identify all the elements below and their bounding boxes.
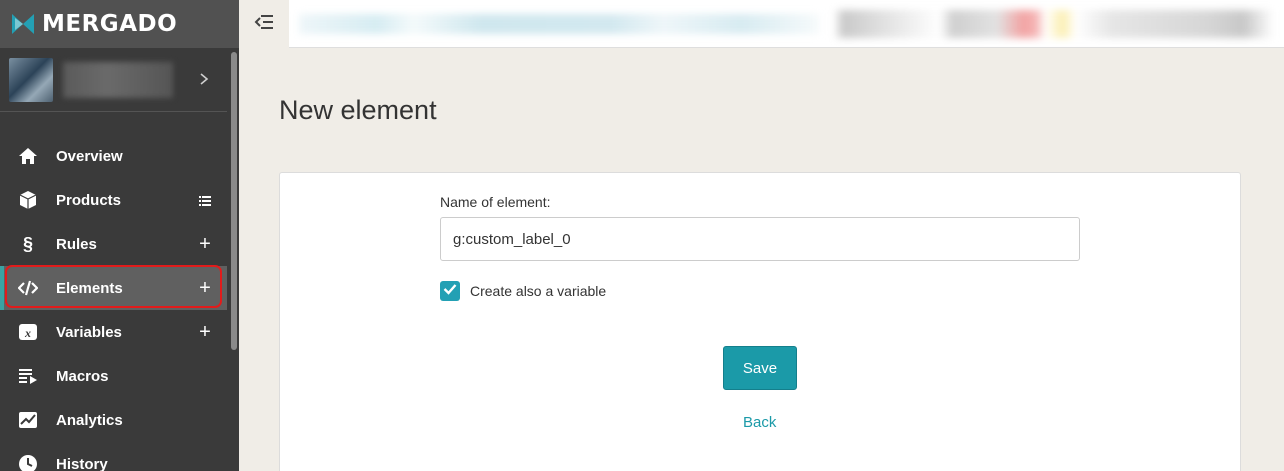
breadcrumb[interactable] bbox=[299, 14, 819, 34]
page-title: New element bbox=[279, 95, 437, 125]
section-icon: § bbox=[0, 234, 56, 254]
home-icon bbox=[0, 146, 56, 166]
sidebar-item-label: History bbox=[56, 455, 108, 471]
sidebar-item-history[interactable]: History bbox=[0, 442, 227, 471]
sidebar-item-label: Variables bbox=[56, 323, 122, 341]
sidebar-scrollbar[interactable] bbox=[231, 52, 237, 350]
sidebar-item-products[interactable]: Products bbox=[0, 178, 227, 222]
back-link[interactable]: Back bbox=[743, 414, 776, 431]
create-variable-checkbox[interactable] bbox=[440, 281, 460, 301]
account-name bbox=[63, 61, 173, 98]
list-icon[interactable] bbox=[183, 189, 227, 212]
clock-icon bbox=[0, 454, 56, 471]
top-bar bbox=[239, 0, 1284, 48]
sidebar: MERGADO Overview Products § Rules + Elem… bbox=[0, 0, 239, 471]
sidebar-item-label: Rules bbox=[56, 235, 97, 253]
checkmark-icon bbox=[443, 282, 457, 300]
sidebar-item-analytics[interactable]: Analytics bbox=[0, 398, 227, 442]
account-avatar bbox=[9, 57, 53, 102]
sidebar-item-rules[interactable]: § Rules + bbox=[0, 222, 227, 266]
chart-icon bbox=[0, 410, 56, 430]
sidebar-item-overview[interactable]: Overview bbox=[0, 134, 227, 178]
element-name-input[interactable] bbox=[440, 217, 1080, 261]
svg-text:§: § bbox=[23, 234, 33, 254]
sidebar-item-macros[interactable]: Macros bbox=[0, 354, 227, 398]
sidebar-item-variables[interactable]: x Variables + bbox=[0, 310, 227, 354]
chevron-right-icon bbox=[199, 72, 209, 91]
sidebar-item-label: Products bbox=[56, 191, 122, 209]
collapse-sidebar-button[interactable] bbox=[239, 0, 289, 48]
sidebar-item-label: Overview bbox=[56, 147, 123, 165]
sidebar-item-label: Macros bbox=[56, 367, 109, 385]
collapse-menu-icon bbox=[254, 14, 274, 35]
mergado-logo-icon bbox=[12, 14, 34, 34]
box-icon bbox=[0, 190, 56, 210]
svg-text:x: x bbox=[24, 326, 31, 340]
variable-icon: x bbox=[0, 322, 56, 342]
add-variable-plus-icon[interactable]: + bbox=[183, 321, 227, 344]
top-bar-user-area[interactable] bbox=[834, 10, 1274, 38]
create-variable-label[interactable]: Create also a variable bbox=[470, 283, 606, 299]
sidebar-item-label: Analytics bbox=[56, 411, 123, 429]
element-name-label: Name of element: bbox=[440, 194, 551, 210]
save-button[interactable]: Save bbox=[723, 346, 797, 390]
add-rule-plus-icon[interactable]: + bbox=[183, 233, 227, 256]
logo-text: MERGADO bbox=[42, 11, 178, 37]
elements-highlight-outline bbox=[5, 265, 222, 308]
logo-bar[interactable]: MERGADO bbox=[0, 0, 239, 48]
account-switcher[interactable] bbox=[0, 48, 227, 112]
macros-icon bbox=[0, 366, 56, 386]
